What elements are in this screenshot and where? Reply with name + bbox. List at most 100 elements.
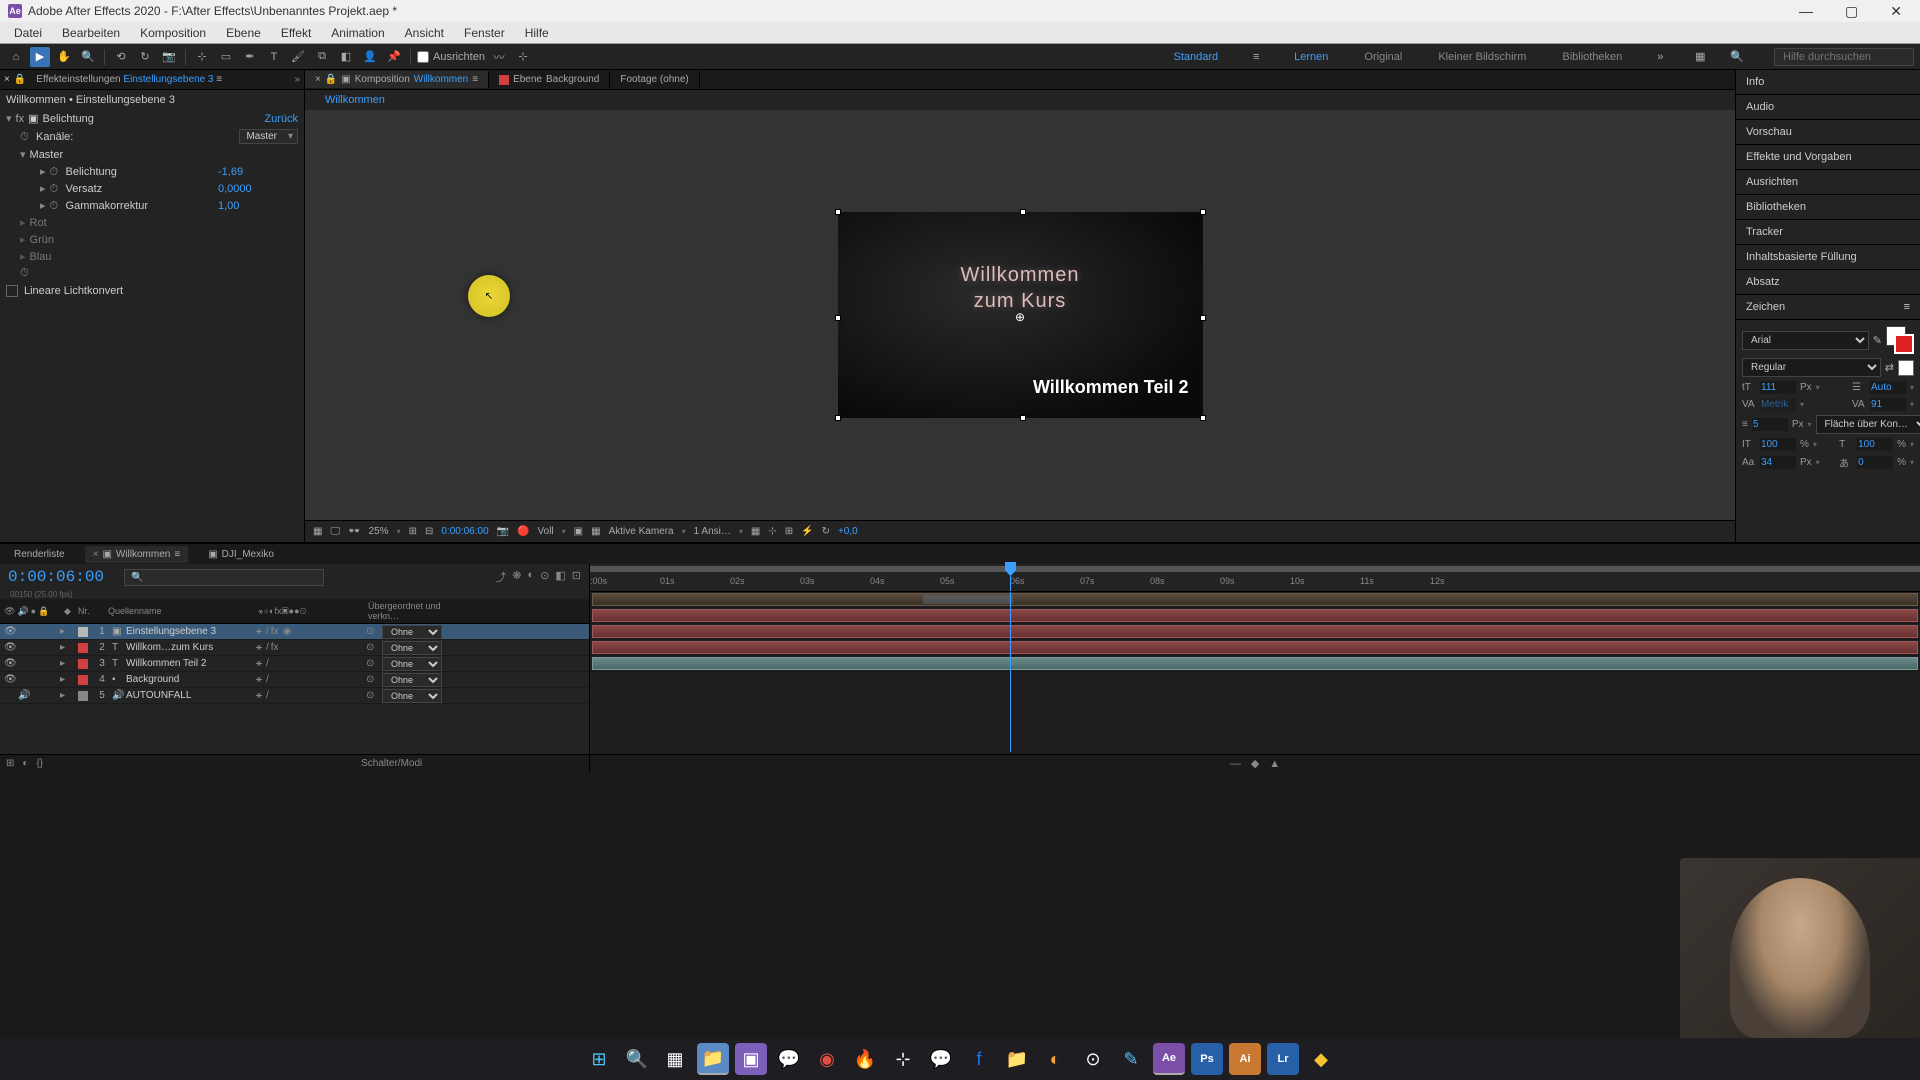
tl-tool-icon[interactable]: ◧ — [555, 569, 565, 585]
panel-effekte[interactable]: Effekte und Vorgaben — [1736, 145, 1920, 170]
zoom-tool-icon[interactable]: 🔍 — [78, 47, 98, 67]
layer-expand-icon[interactable]: ▸ — [60, 658, 74, 669]
stroke-input[interactable] — [1752, 418, 1788, 431]
exposure-value[interactable]: +0,0 — [838, 526, 858, 537]
selection-tool-icon[interactable]: ▶ — [30, 47, 50, 67]
stopwatch-icon[interactable]: ⏱ — [20, 131, 32, 143]
comp-lock-icon[interactable]: 🔒 — [325, 74, 337, 85]
vscale-input[interactable] — [1760, 438, 1796, 451]
menu-ebene[interactable]: Ebene — [216, 23, 271, 43]
view4-icon[interactable]: ⚡ — [801, 526, 813, 537]
playhead[interactable] — [1010, 564, 1011, 591]
fontsize-input[interactable] — [1760, 381, 1796, 394]
tsume-input[interactable] — [1857, 456, 1893, 469]
layer-row[interactable]: 👁 ▸ 3 T Willkommen Teil 2 ⚹/ ⊙ Ohne — [0, 656, 589, 672]
tl-footer-icon[interactable]: ◐ — [22, 758, 28, 769]
schalter-modi-button[interactable]: Schalter/Modi — [361, 758, 422, 769]
fx-icon[interactable]: fx — [16, 113, 25, 125]
taskbar-explorer-icon[interactable]: 📁 — [697, 1043, 729, 1075]
text-tool-icon[interactable]: T — [264, 47, 284, 67]
effect-visibility-icon[interactable]: ▣ — [28, 112, 38, 125]
selection-handle[interactable] — [1020, 415, 1026, 421]
zoom-value[interactable]: 25% — [369, 526, 389, 537]
layer-color-label[interactable] — [78, 691, 88, 701]
layer-color-label[interactable] — [78, 659, 88, 669]
panel-lock-icon[interactable]: 🔒 — [14, 74, 26, 85]
versatz-value[interactable]: 0,0000 — [218, 183, 298, 195]
panel-audio[interactable]: Audio — [1736, 95, 1920, 120]
tl-tool-icon[interactable]: ⤴ — [495, 569, 506, 585]
layer-name[interactable]: Willkom…zum Kurs — [126, 642, 256, 653]
menu-ansicht[interactable]: Ansicht — [395, 23, 454, 43]
stopwatch-icon[interactable]: ⏱ — [50, 200, 62, 212]
belichtung-value[interactable]: -1,69 — [218, 166, 298, 178]
comp-tab-footage[interactable]: Footage (ohne) — [610, 71, 699, 88]
layer-switches[interactable]: ⚹/ — [256, 658, 366, 669]
track-row[interactable] — [590, 624, 1920, 640]
leading-input[interactable] — [1870, 381, 1906, 394]
zoom-slider[interactable]: ◆ — [1251, 757, 1259, 770]
taskbar-whatsapp-icon[interactable]: 💬 — [773, 1043, 805, 1075]
effect-controls-tab[interactable]: Effekteinstellungen Einstellungsebene 3 … — [30, 72, 228, 87]
stopwatch-icon[interactable]: ⏱ — [20, 267, 32, 279]
hand-tool-icon[interactable]: ✋ — [54, 47, 74, 67]
transparency-icon[interactable]: ▦ — [591, 526, 600, 537]
anchor-tool-icon[interactable]: ⊹ — [192, 47, 212, 67]
parent-pickwhip-icon[interactable]: ⊙ — [366, 690, 382, 701]
taskbar-search-icon[interactable]: 🔍 — [621, 1043, 653, 1075]
comp-viewer[interactable]: ↖ Willkommen zum Kurs ⊕ Willkommen Teil … — [305, 110, 1735, 520]
panel-tracker[interactable]: Tracker — [1736, 220, 1920, 245]
menu-hilfe[interactable]: Hilfe — [515, 23, 559, 43]
kerning-input[interactable] — [1760, 398, 1796, 411]
taskbar-folder-icon[interactable]: 📁 — [1001, 1043, 1033, 1075]
lineare-checkbox[interactable] — [6, 285, 18, 297]
grid-icon[interactable]: ⊟ — [425, 526, 433, 537]
comp-frame[interactable]: Willkommen zum Kurs ⊕ Willkommen Teil 2 — [838, 212, 1203, 418]
layer-row[interactable]: 👁 ▸ 4 ▪ Background ⚹/ ⊙ Ohne — [0, 672, 589, 688]
channel-icon[interactable]: 🔴 — [517, 526, 529, 537]
layer-name[interactable]: Einstellungsebene 3 — [126, 626, 256, 637]
workspace-original[interactable]: Original — [1356, 47, 1410, 67]
clone-tool-icon[interactable]: ⧉ — [312, 47, 332, 67]
snap-icon[interactable]: 〰 — [489, 47, 509, 67]
timeline-timecode[interactable]: 0:00:06:00 — [8, 568, 104, 586]
parent-pickwhip-icon[interactable]: ⊙ — [366, 626, 382, 637]
menu-komposition[interactable]: Komposition — [130, 23, 216, 43]
camera-tool-icon[interactable]: 📷 — [159, 47, 179, 67]
tl-tab-close-icon[interactable]: × — [93, 549, 99, 560]
selection-handle[interactable] — [835, 209, 841, 215]
taskbar-obs-icon[interactable]: ⊙ — [1077, 1043, 1109, 1075]
col-audio-icon[interactable]: 🔊 — [17, 606, 28, 617]
timeline-ruler[interactable]: :00s01s02s03s04s05s06s07s08s09s10s11s12s — [590, 564, 1920, 592]
effect-reset-button[interactable]: Zurück — [264, 113, 298, 125]
menu-bearbeiten[interactable]: Bearbeiten — [52, 23, 130, 43]
maximize-button[interactable]: ▢ — [1835, 1, 1868, 22]
panel-close-icon[interactable]: × — [4, 74, 10, 85]
panel-vorschau[interactable]: Vorschau — [1736, 120, 1920, 145]
menu-animation[interactable]: Animation — [321, 23, 394, 43]
layer-bar-text[interactable] — [592, 625, 1918, 638]
comp-tab-ebene[interactable]: Ebene Background — [489, 71, 610, 88]
menu-datei[interactable]: Datei — [4, 23, 52, 43]
tl-footer-icon[interactable]: ⊞ — [6, 758, 14, 769]
hscale-input[interactable] — [1857, 438, 1893, 451]
blau-expand-icon[interactable]: ▸ — [20, 250, 26, 263]
parent-dropdown[interactable]: Ohne — [382, 641, 442, 655]
layer-switches[interactable]: ⚹/fx◉ — [256, 626, 366, 637]
selection-handle[interactable] — [1200, 315, 1206, 321]
rect-tool-icon[interactable]: ▭ — [216, 47, 236, 67]
master-expand-icon[interactable]: ▾ — [20, 148, 26, 161]
track-row[interactable] — [590, 608, 1920, 624]
workspace-standard[interactable]: Standard — [1166, 47, 1227, 67]
layer-expand-icon[interactable]: ▸ — [60, 642, 74, 653]
panel-inhalt[interactable]: Inhaltsbasierte Füllung — [1736, 245, 1920, 270]
taskbar-app-icon[interactable]: ◆ — [1305, 1043, 1337, 1075]
close-button[interactable]: ✕ — [1880, 1, 1912, 22]
views-dropdown-icon[interactable]: ▾ — [739, 527, 743, 536]
tl-tool-icon[interactable]: ◐ — [528, 569, 535, 585]
tl-tool-icon[interactable]: ⊡ — [572, 569, 581, 585]
roi-icon[interactable]: ▣ — [574, 526, 583, 537]
layer-expand-icon[interactable]: ▸ — [60, 674, 74, 685]
alpha-icon[interactable]: ▦ — [313, 526, 322, 537]
zoom-out-icon[interactable]: — — [1230, 758, 1241, 770]
